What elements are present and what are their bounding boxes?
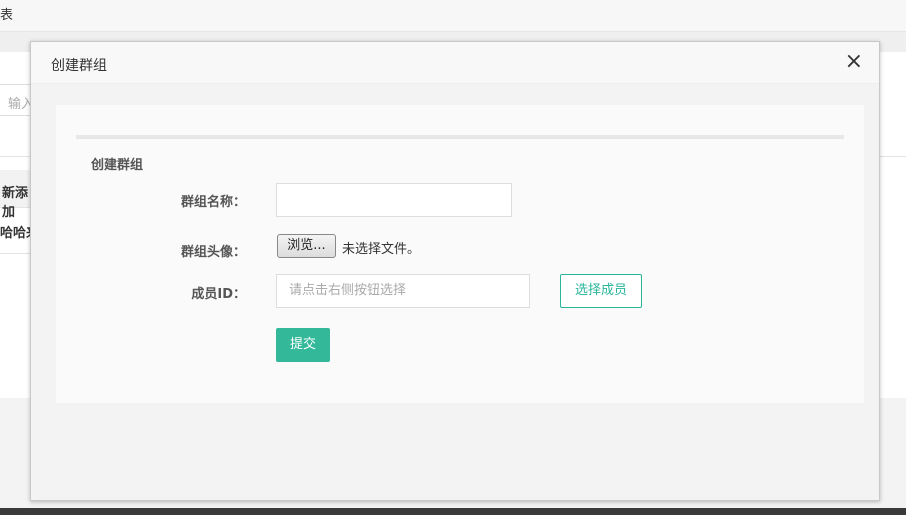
bottom-bar (0, 508, 906, 515)
member-id-input[interactable]: 请点击右侧按钮选择 (276, 274, 530, 308)
select-members-button[interactable]: 选择成员 (560, 274, 642, 308)
form-divider (76, 135, 844, 139)
create-group-dialog: 创建群组 × 创建群组 群组名称： 群组头像： 浏览... 未选择文件。 成员I… (30, 41, 880, 501)
group-name-label: 群组名称： (180, 195, 246, 210)
submit-button[interactable]: 提交 (276, 328, 330, 362)
section-title: 创建群组 (91, 158, 144, 173)
member-id-label: 成员ID： (191, 287, 246, 302)
dialog-header: 创建群组 × (31, 42, 879, 84)
browse-file-button[interactable]: 浏览... (277, 234, 336, 258)
background-topbar: 表 (0, 0, 906, 32)
background-title: 表 (0, 8, 14, 23)
file-status-text: 未选择文件。 (342, 242, 421, 257)
group-avatar-label: 群组头像： (180, 245, 246, 260)
group-name-input[interactable] (276, 183, 512, 217)
close-icon[interactable]: × (845, 51, 863, 73)
dialog-title: 创建群组 (51, 58, 107, 74)
dialog-body: 创建群组 群组名称： 群组头像： 浏览... 未选择文件。 成员ID： 请点击右… (56, 105, 864, 403)
